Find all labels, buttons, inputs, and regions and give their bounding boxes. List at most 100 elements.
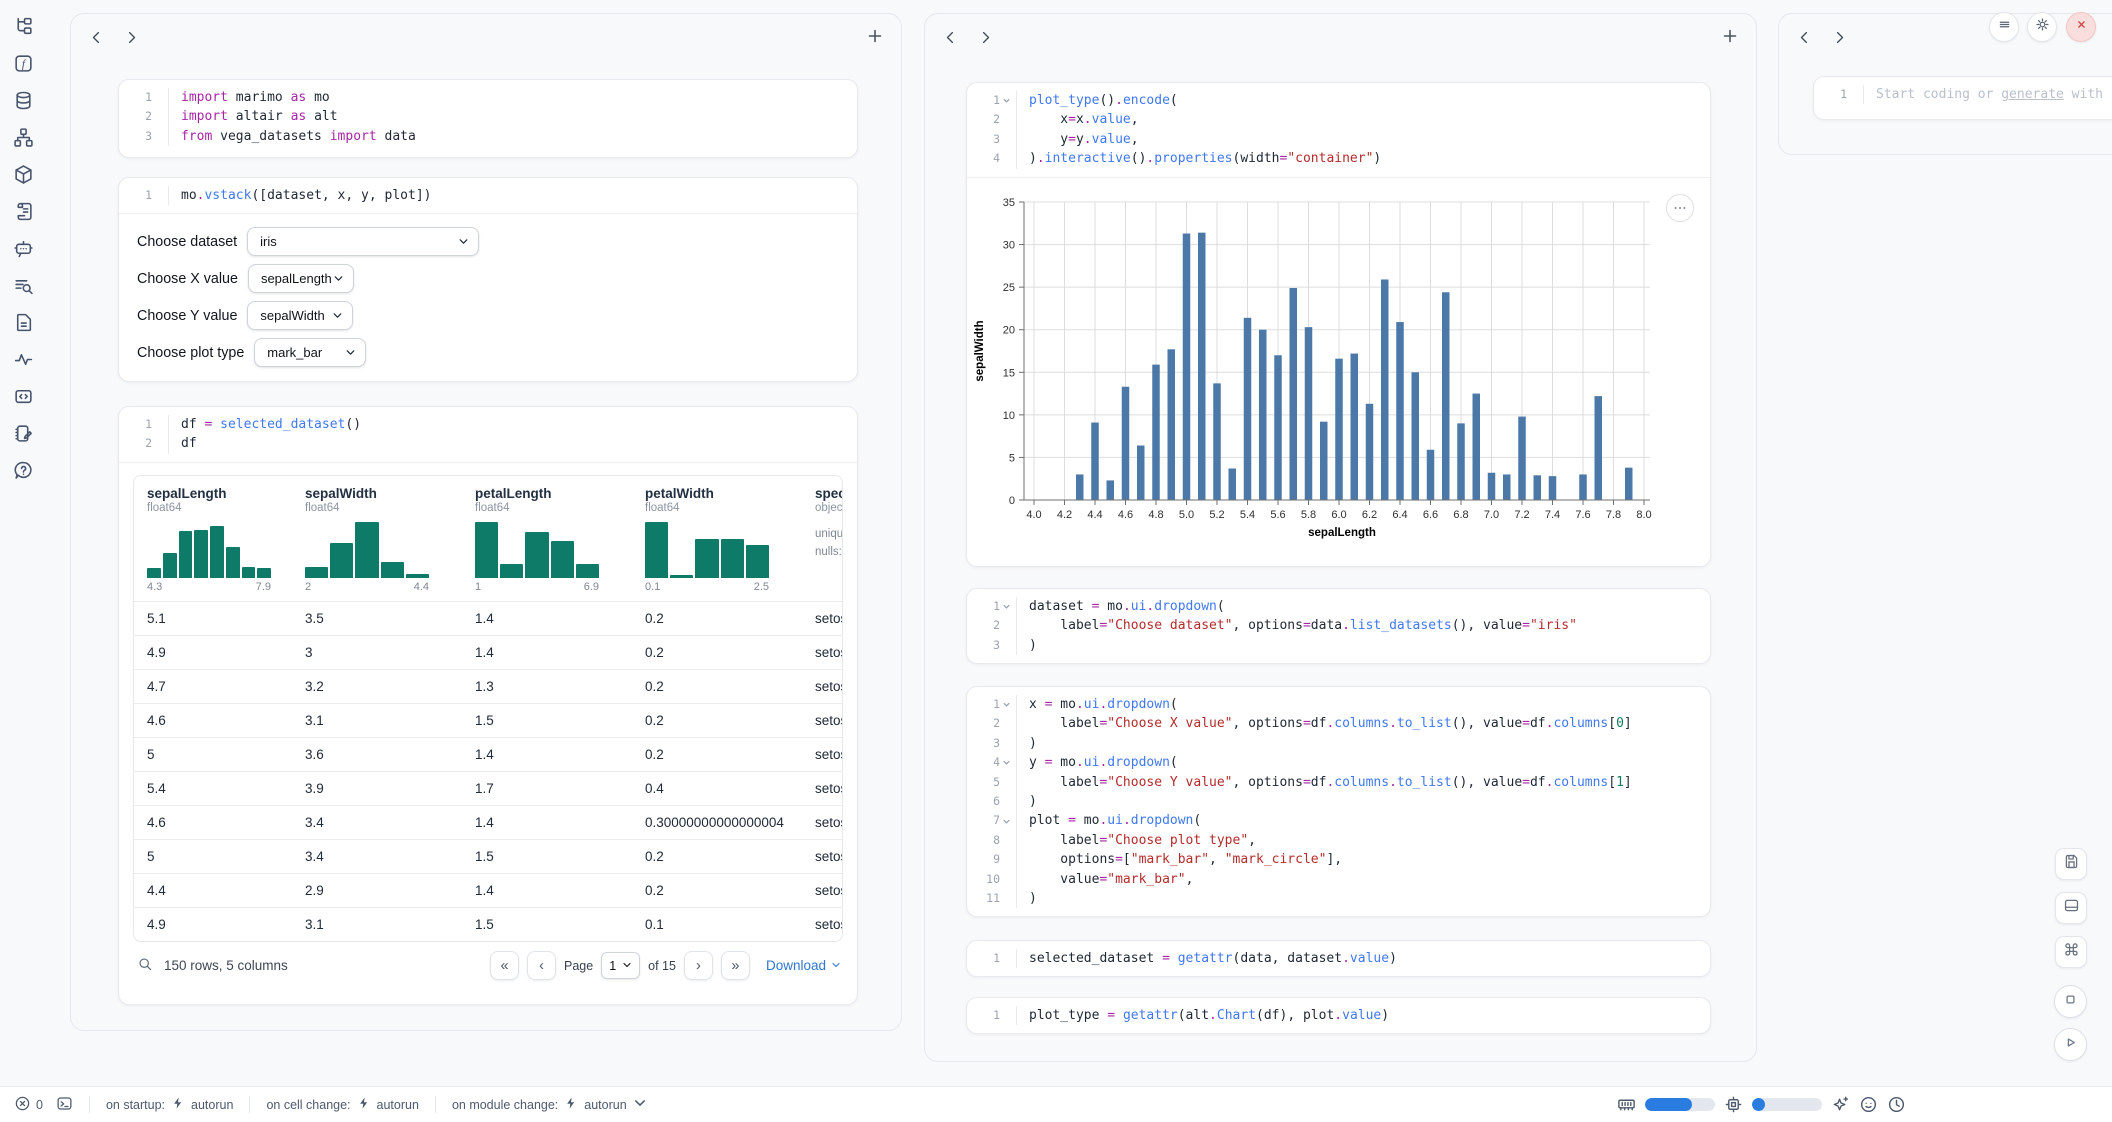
plot-type-select[interactable]: mark_bar [254,338,366,367]
code-line[interactable]: 1plot_type = getattr(alt.Chart(df), plot… [967,1006,1710,1025]
run-all-button[interactable] [2054,1028,2087,1061]
outline-search-icon[interactable] [13,275,34,296]
code-editor[interactable]: 1plot_type = getattr(alt.Chart(df), plot… [967,998,1710,1033]
menu-button[interactable] [1989,12,2019,42]
scratchpad-icon[interactable] [13,423,34,444]
code-editor[interactable]: 1import marimo as mo2import altair as al… [119,80,857,154]
column-move-right-button[interactable] [1832,30,1847,45]
code-line[interactable]: 5 label="Choose Y value", options=df.col… [967,773,1710,792]
code-line[interactable]: 2 label="Choose dataset", options=data.l… [967,616,1710,635]
code-editor[interactable]: 1df = selected_dataset()2df [119,407,857,462]
search-icon[interactable] [137,956,153,975]
code-line[interactable]: 3) [967,636,1710,655]
code-line[interactable]: 4).interactive().properties(width="conta… [967,149,1710,168]
code-line[interactable]: 9 options=["mark_bar", "mark_circle"], [967,850,1710,869]
code-editor[interactable]: 1selected_dataset = getattr(data, datase… [967,941,1710,976]
fold-chevron-icon[interactable] [1000,758,1013,768]
errors-indicator[interactable]: 0 [14,1095,43,1115]
snippets-icon[interactable] [13,386,34,407]
shutdown-button[interactable] [2066,12,2096,42]
code-line[interactable]: 1df = selected_dataset() [119,415,857,434]
feedback-icon[interactable] [1859,1095,1878,1114]
code-editor[interactable]: 1dataset = mo.ui.dropdown(2 label="Choos… [967,589,1710,663]
code-line[interactable]: 2import altair as alt [119,107,857,126]
table-row[interactable]: 4.93.11.50.1setosa [134,907,842,941]
code-line[interactable]: 11) [967,889,1710,908]
code-line[interactable]: 3) [967,734,1710,753]
code-line[interactable]: 2 x=x.value, [967,110,1710,129]
save-button[interactable] [2055,848,2087,880]
bar-chart[interactable]: 4.04.24.44.64.85.05.25.45.65.86.06.26.46… [967,192,1667,547]
column-histogram[interactable] [645,520,769,578]
fold-chevron-icon[interactable] [1000,602,1013,612]
column-move-right-button[interactable] [124,30,139,45]
column-move-right-button[interactable] [978,30,993,45]
fold-chevron-icon[interactable] [1000,96,1013,106]
first-page-button[interactable]: « [490,951,519,980]
column-histogram[interactable] [475,520,599,578]
code-line[interactable]: 1x = mo.ui.dropdown( [967,695,1710,714]
code-line[interactable]: 1dataset = mo.ui.dropdown( [967,597,1710,616]
code-editor[interactable]: 1mo.vstack([dataset, x, y, plot]) [119,178,857,213]
code-line[interactable]: 10 value="mark_bar", [967,870,1710,889]
terminal-button[interactable] [56,1095,73,1115]
y-value-select[interactable]: sepalWidth [247,301,353,330]
dependency-graph-icon[interactable] [13,127,34,148]
column-move-left-button[interactable] [1797,30,1812,45]
code-line[interactable]: 7plot = mo.ui.dropdown( [967,811,1710,830]
chart-output[interactable]: 4.04.24.44.64.85.05.25.45.65.86.06.26.46… [967,177,1710,547]
code-line[interactable]: 2df [119,434,857,453]
download-button[interactable]: Download [766,958,841,973]
code-editor[interactable]: 1x = mo.ui.dropdown(2 label="Choose X va… [967,687,1710,916]
table-row[interactable]: 4.42.91.40.2setosa [134,873,842,907]
datasources-icon[interactable] [13,90,34,111]
code-line[interactable]: 1selected_dataset = getattr(data, datase… [967,949,1710,968]
fold-chevron-icon[interactable] [1000,816,1013,826]
code-line[interactable]: 3 y=y.value, [967,130,1710,149]
ai-chat-icon[interactable] [13,238,34,259]
code-line[interactable]: 4y = mo.ui.dropdown( [967,753,1710,772]
next-page-button[interactable]: › [684,951,713,980]
on-cell-change-setting[interactable]: on cell change: autorun [266,1096,419,1113]
logs-icon[interactable] [13,201,34,222]
column-header-species[interactable]: speciesobjectunique:nulls: [802,476,843,601]
column-header-sepalWidth[interactable]: sepalWidthfloat6424.4 [292,476,462,601]
page-select[interactable]: 1 [601,952,640,979]
table-row[interactable]: 4.73.21.30.2setosa [134,669,842,703]
column-move-left-button[interactable] [89,30,104,45]
documentation-icon[interactable] [13,312,34,333]
table-row[interactable]: 53.61.40.2setosa [134,737,842,771]
file-tree-icon[interactable] [13,16,34,37]
cpu-usage-bar[interactable] [1752,1098,1822,1111]
fold-chevron-icon[interactable] [1000,700,1013,710]
last-page-button[interactable]: » [721,951,750,980]
code-editor[interactable]: 1 Start coding or generate with [1814,77,2112,112]
sparkles-icon[interactable] [1831,1095,1850,1114]
tracing-icon[interactable] [13,349,34,370]
chart-options-button[interactable] [1666,194,1694,222]
code-line[interactable]: 1import marimo as mo [119,88,857,107]
add-column-button[interactable] [1720,26,1740,46]
column-header-sepalLength[interactable]: sepalLengthfloat644.37.9 [134,476,292,601]
x-value-select[interactable]: sepalLength [248,264,354,293]
table-row[interactable]: 53.41.50.2setosa [134,839,842,873]
code-line[interactable]: 1plot_type().encode( [967,91,1710,110]
column-header-petalWidth[interactable]: petalWidthfloat640.12.5 [632,476,802,601]
dataset-select[interactable]: iris [247,227,479,256]
stop-button[interactable] [2054,985,2087,1018]
code-line[interactable]: 8 label="Choose plot type", [967,831,1710,850]
column-histogram[interactable] [305,520,429,578]
on-module-change-setting[interactable]: on module change: autorun [452,1096,647,1113]
code-line[interactable]: 6) [967,792,1710,811]
table-row[interactable]: 4.63.41.40.30000000000000004setosa [134,805,842,839]
memory-usage-bar[interactable] [1645,1098,1715,1111]
prev-page-button[interactable]: ‹ [527,951,556,980]
column-header-petalLength[interactable]: petalLengthfloat6416.9 [462,476,632,601]
keyboard-shortcuts-button[interactable] [2055,936,2087,968]
table-row[interactable]: 5.13.51.40.2setosa [134,601,842,635]
panel-toggle-button[interactable] [2055,892,2087,924]
code-editor[interactable]: 1plot_type().encode(2 x=x.value,3 y=y.va… [967,83,1710,177]
code-line[interactable]: 2 label="Choose X value", options=df.col… [967,714,1710,733]
column-histogram[interactable] [147,520,271,578]
on-startup-setting[interactable]: on startup: autorun [106,1096,233,1113]
